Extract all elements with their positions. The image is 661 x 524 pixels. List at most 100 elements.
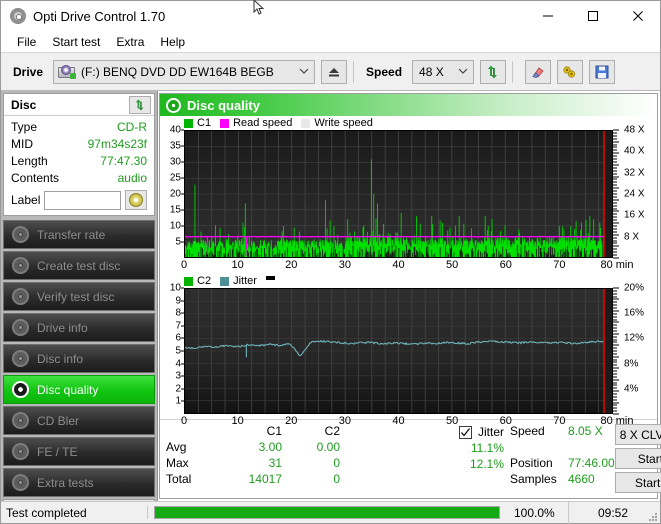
y2-tick xyxy=(613,307,617,309)
y2-tick xyxy=(613,254,617,256)
y2-tick xyxy=(613,298,619,300)
y2-tick xyxy=(613,202,617,204)
eraser-button[interactable] xyxy=(525,59,552,84)
y-tick-label: 10 xyxy=(169,220,181,232)
disc-properties: Type CD-R MID 97m34s23f Length 77:47.30 … xyxy=(4,116,154,215)
y2-tick xyxy=(613,404,617,406)
y2-tick xyxy=(613,347,617,349)
x-tick-label: 10 xyxy=(231,415,244,427)
y2-tick xyxy=(613,290,617,292)
start-full-button[interactable]: Start full xyxy=(614,448,661,469)
sidebar-item-verify-test-disc[interactable]: Verify test disc xyxy=(3,282,155,311)
disc-row-mid: MID 97m34s23f xyxy=(11,136,147,153)
x-tick-label: 30 xyxy=(338,259,351,271)
disc-refresh-button[interactable] xyxy=(129,95,151,114)
chart2-x-axis: 0 10 20 30 40 50 60 70 80 min xyxy=(180,414,634,430)
y2-tick xyxy=(613,222,619,224)
sidebar-item-cd-bler[interactable]: CD Bler xyxy=(3,406,155,435)
disc-type-value: CD-R xyxy=(117,120,147,134)
drive-select[interactable]: (F:) BENQ DVD DD EW164B BEGB xyxy=(53,59,316,84)
legend-label-read-speed: Read speed xyxy=(233,117,293,129)
samples-label: Samples xyxy=(510,472,557,486)
sidebar-item-extra-tests[interactable]: Extra tests xyxy=(3,468,155,497)
chart1-plot xyxy=(184,130,613,258)
sidebar-item-transfer-rate[interactable]: Transfer rate xyxy=(3,220,155,249)
sidebar-item-label: Disc quality xyxy=(37,382,99,397)
y-tick-label: 40 xyxy=(169,124,181,136)
y2-tick xyxy=(613,216,617,218)
speed-select[interactable]: 48 X xyxy=(412,59,475,84)
y2-tick xyxy=(613,376,617,378)
y2-tick xyxy=(613,234,619,236)
chart-c2-jitter: C2 Jitter 1 2 3 4 5 6 7 8 9 10 4% 8% 12% 16% 20% 0 10 2… xyxy=(162,274,655,430)
eject-button[interactable] xyxy=(321,59,348,84)
jitter-empty-row xyxy=(392,472,510,488)
y2-tick-label: 16 X xyxy=(624,209,645,221)
resize-grip[interactable] xyxy=(646,502,660,524)
position-label: Position xyxy=(510,456,553,470)
cd-disc-icon xyxy=(129,193,143,207)
menu-help[interactable]: Help xyxy=(152,33,193,51)
speed-select-value: 48 X xyxy=(419,64,444,79)
y2-tick-label: 16% xyxy=(624,307,645,319)
sidebar-item-drive-info[interactable]: Drive info xyxy=(3,313,155,342)
x-tick-label: 80 min xyxy=(600,415,634,427)
sidebar: Disc Type CD-R MID 97m34s23f Length 77:4… xyxy=(1,91,158,515)
disc-row-length: Length 77:47.30 xyxy=(11,153,147,170)
statistics-panel: C1 C2 Avg 3.00 0.00 Max 31 0 Total 14017… xyxy=(160,419,661,498)
disc-mid-label: MID xyxy=(11,137,33,151)
disc-row-contents: Contents audio xyxy=(11,170,147,187)
chevron-down-icon xyxy=(457,66,469,78)
y2-tick xyxy=(613,144,617,146)
y2-tick xyxy=(613,164,619,166)
disc-label-input[interactable] xyxy=(44,190,121,210)
x-tick-label: 0 xyxy=(180,415,188,427)
y2-tick xyxy=(613,390,619,392)
chart2-legend: C2 Jitter xyxy=(162,274,655,288)
sidebar-item-fe-te[interactable]: FE / TE xyxy=(3,437,155,466)
sidebar-item-label: Verify test disc xyxy=(37,289,115,304)
disc-type-label: Type xyxy=(11,120,38,134)
cd-disc-button[interactable] xyxy=(125,190,147,210)
disc-label-row: Label xyxy=(11,190,147,210)
menu-start-test[interactable]: Start test xyxy=(44,33,108,51)
app-icon xyxy=(10,8,26,24)
menu-file[interactable]: File xyxy=(9,33,44,51)
sidebar-item-label: Transfer rate xyxy=(37,227,106,242)
close-icon[interactable] xyxy=(615,1,660,31)
y2-tick xyxy=(613,410,617,412)
sidebar-item-disc-info[interactable]: Disc info xyxy=(3,344,155,373)
menu-extra[interactable]: Extra xyxy=(108,33,152,51)
x-tick-label: 50 xyxy=(446,415,459,427)
key-button[interactable] xyxy=(557,59,584,84)
sidebar-item-create-test-disc[interactable]: Create test disc xyxy=(3,251,155,280)
y2-tick xyxy=(613,132,617,134)
y2-tick xyxy=(613,339,617,341)
maximize-icon[interactable] xyxy=(570,1,615,31)
minimize-icon[interactable] xyxy=(525,1,570,31)
y2-tick-label: 12% xyxy=(624,332,645,344)
sidebar-item-disc-quality[interactable]: Disc quality xyxy=(3,375,155,404)
stats-max-c2: 0 xyxy=(333,456,340,470)
disc-icon xyxy=(12,381,29,398)
start-part-button[interactable]: Start part xyxy=(614,472,661,493)
legend-marker-dash xyxy=(265,276,275,280)
stats-total-c2: 0 xyxy=(333,472,340,486)
stats-row-label: Max xyxy=(166,456,189,470)
y-tick-label: 35 xyxy=(169,140,181,152)
refresh-button[interactable] xyxy=(480,59,507,84)
y2-tick-label: 48 X xyxy=(624,124,645,136)
y2-tick-label: 8 X xyxy=(624,231,640,243)
y2-tick xyxy=(613,344,619,346)
save-button[interactable] xyxy=(589,59,616,84)
y2-tick xyxy=(613,251,617,253)
chart1-right-axis: 8 X 16 X 24 X 32 X 40 X 48 X xyxy=(613,125,655,259)
stats-row-max: Max 31 0 xyxy=(166,456,392,472)
chart1-x-axis: 0 10 20 30 40 50 60 70 80 min xyxy=(181,258,634,274)
stats-table: C1 C2 Avg 3.00 0.00 Max 31 0 Total 14017… xyxy=(160,424,392,493)
y2-tick xyxy=(613,193,617,195)
elapsed-time: 09:52 xyxy=(568,501,646,524)
y2-tick xyxy=(613,178,617,180)
chart1-y-axis: 5 10 15 20 25 30 35 40 xyxy=(162,125,184,258)
disc-panel-header: Disc xyxy=(4,94,154,116)
